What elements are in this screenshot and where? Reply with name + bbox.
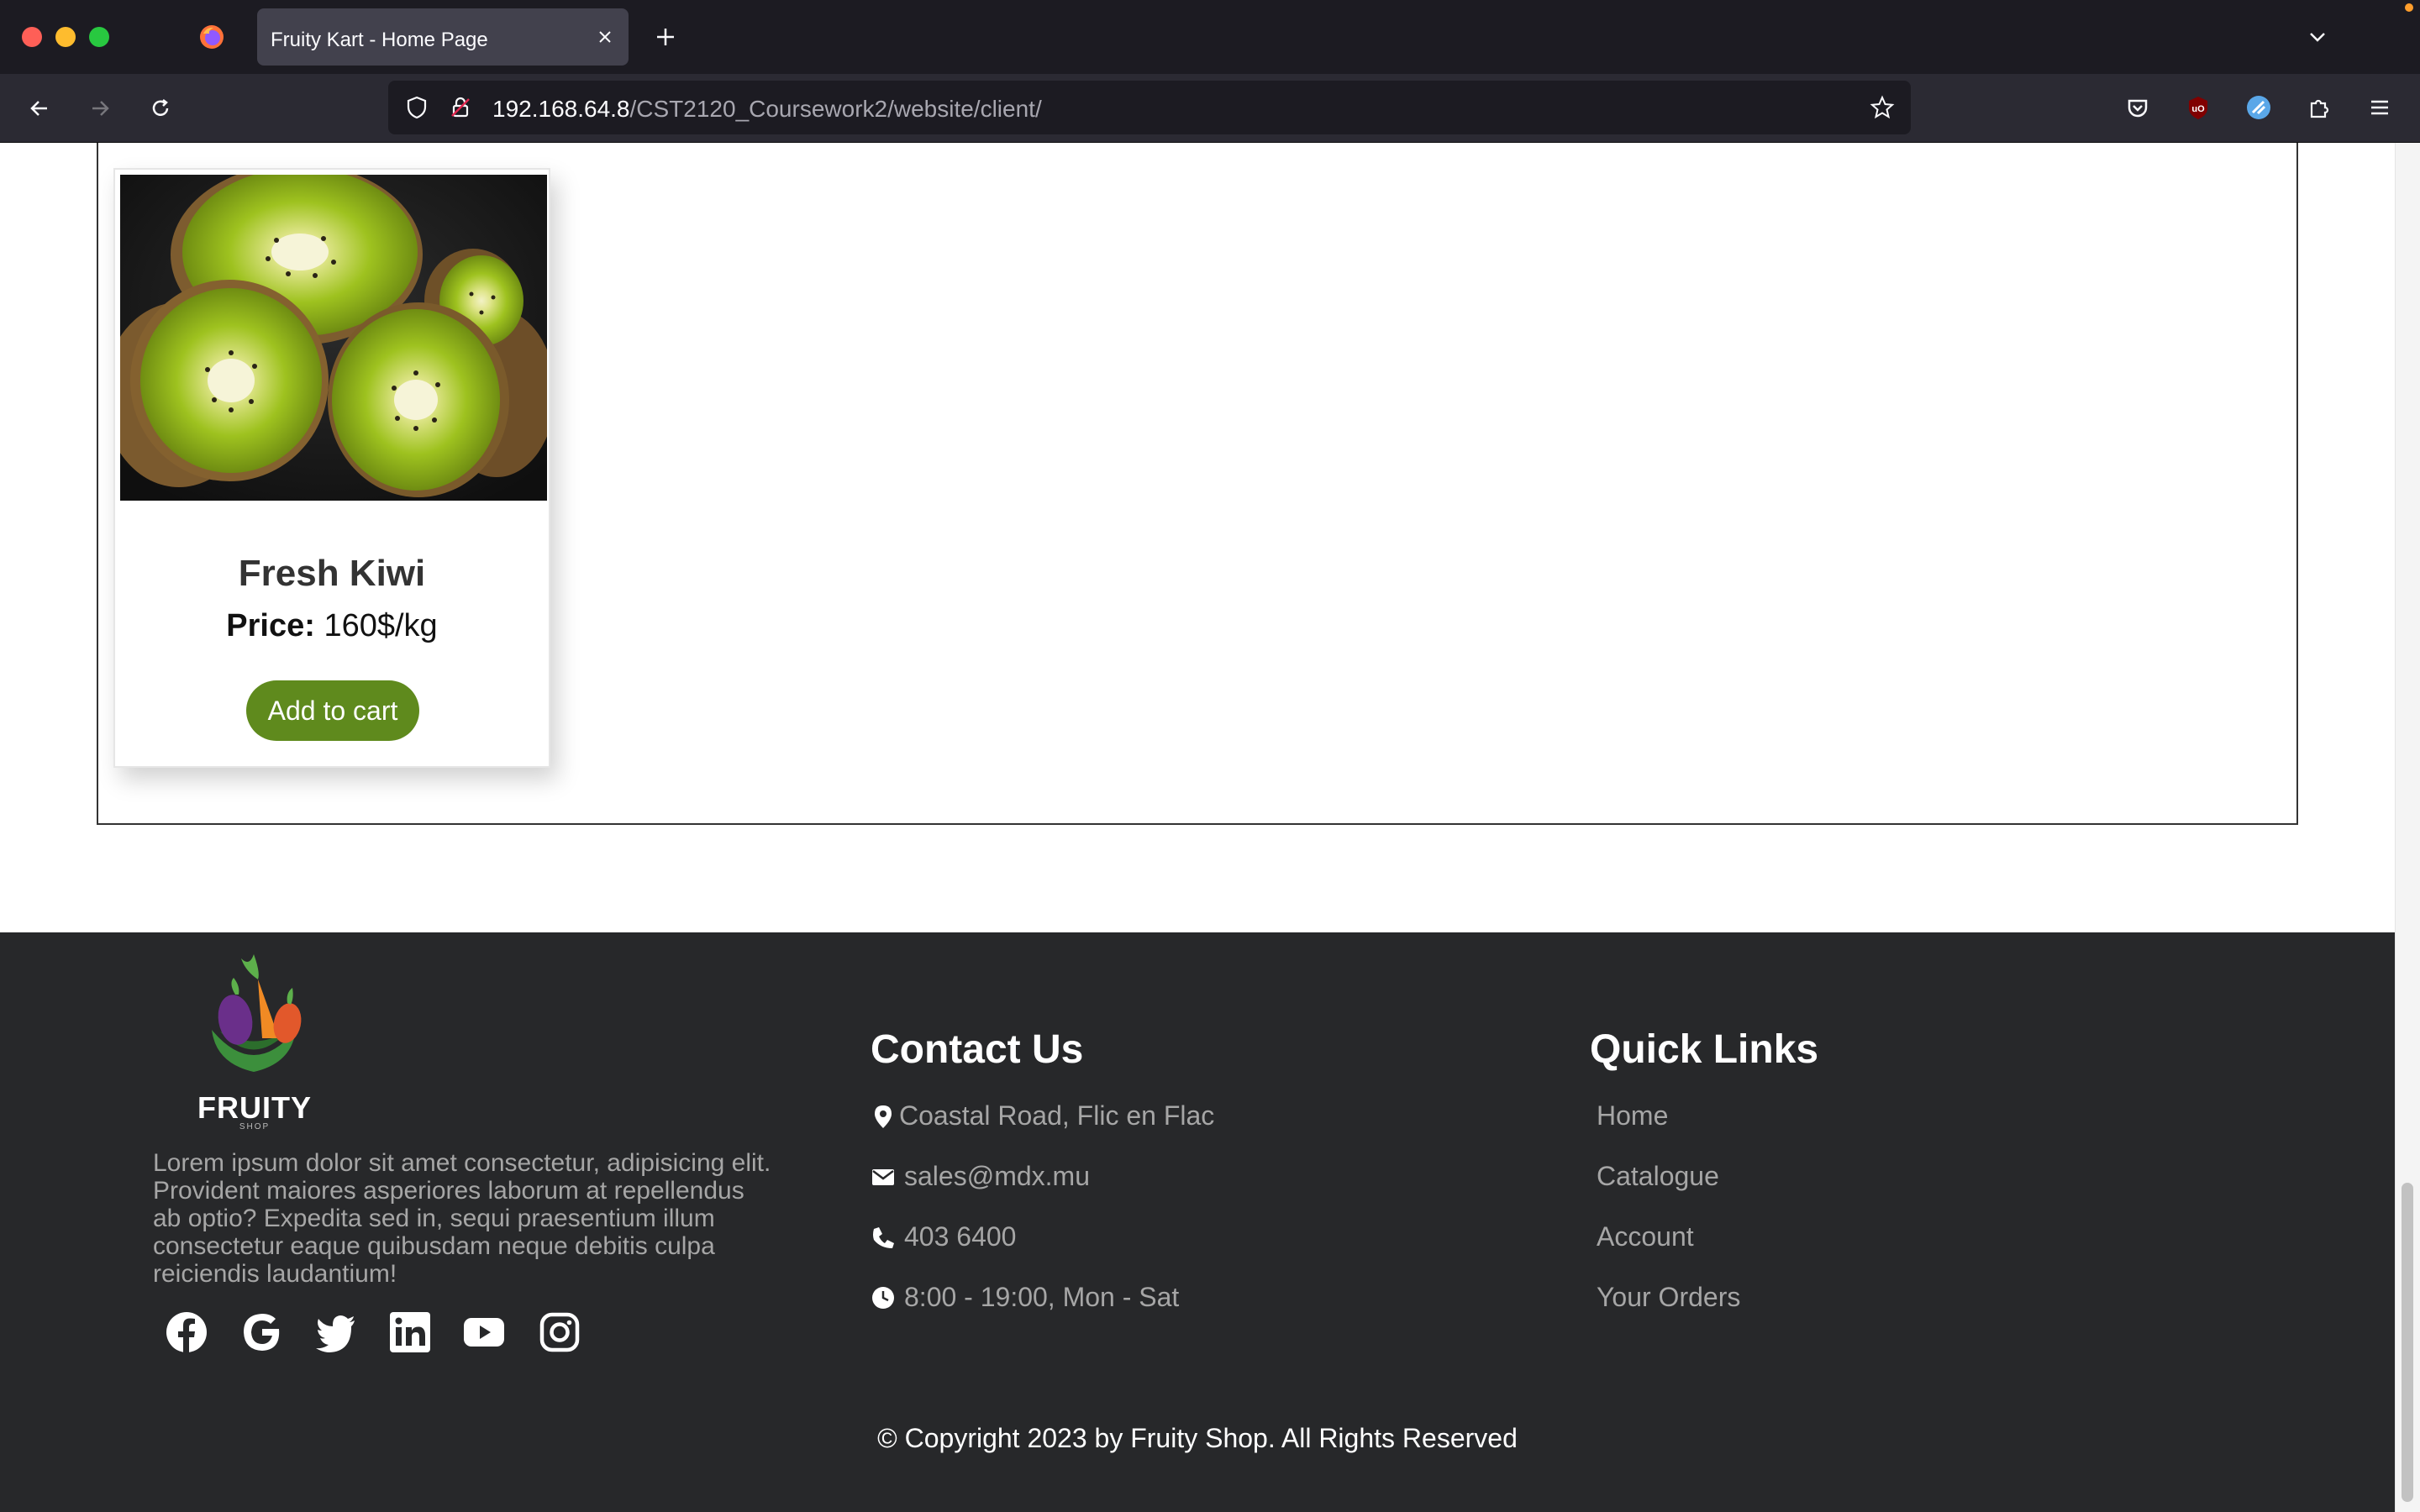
active-tab[interactable]: Fruity Kart - Home Page <box>257 8 629 66</box>
location-pin-icon <box>875 1105 892 1128</box>
footer-description: Lorem ipsum dolor sit amet consectetur, … <box>153 1149 771 1288</box>
price-label: Price: <box>226 608 315 643</box>
back-arrow-icon[interactable] <box>24 92 55 124</box>
tracking-protection-shield-icon[interactable] <box>403 94 430 121</box>
site-footer: FRUITY SHOP Lorem ipsum dolor sit amet c… <box>0 932 2395 1512</box>
instagram-icon[interactable] <box>538 1310 581 1354</box>
extensions-puzzle-icon[interactable] <box>2304 92 2334 123</box>
price-value: 160$/kg <box>314 608 438 643</box>
close-window-button[interactable] <box>22 27 42 47</box>
copyright-text: © Copyright 2023 by Fruity Shop. All Rig… <box>877 1423 1518 1453</box>
quick-link-catalogue[interactable]: Catalogue <box>1597 1161 1719 1192</box>
forward-arrow-icon[interactable] <box>84 92 116 124</box>
product-name: Fresh Kiwi <box>238 553 426 594</box>
tab-title: Fruity Kart - Home Page <box>271 29 488 51</box>
url-host: 192.168.64.8 <box>492 96 630 122</box>
chevron-down-icon[interactable] <box>2306 25 2329 49</box>
email-text[interactable]: sales@mdx.mu <box>904 1161 1090 1192</box>
kiwi-product-image <box>120 175 547 501</box>
hours-text: 8:00 - 19:00, Mon - Sat <box>904 1282 1180 1312</box>
svg-text:uO: uO <box>2191 104 2205 114</box>
insecure-lock-icon[interactable] <box>447 94 474 121</box>
minimize-window-button[interactable] <box>55 27 76 47</box>
clock-icon <box>872 1287 894 1309</box>
quick-link-account[interactable]: Account <box>1597 1221 1694 1252</box>
quick-links-title: Quick Links <box>1590 1027 1819 1072</box>
add-to-cart-button[interactable]: Add to cart <box>246 680 419 741</box>
notification-dot <box>2405 3 2413 12</box>
logo-wordmark: FRUITY <box>197 1090 312 1125</box>
product-price: Price: 160$/kg <box>115 608 549 644</box>
reload-icon[interactable] <box>145 92 176 124</box>
google-icon[interactable] <box>240 1310 284 1354</box>
browser-tab-bar: Fruity Kart - Home Page <box>0 0 2420 74</box>
address-text: Coastal Road, Flic en Flac <box>899 1100 1215 1131</box>
ublock-origin-icon[interactable]: uO <box>2183 92 2213 123</box>
product-card: Fresh Kiwi Price: 160$/kg Add to cart <box>113 168 550 768</box>
phone-text[interactable]: 403 6400 <box>904 1221 1016 1252</box>
logo-subtitle: SHOP <box>239 1122 271 1131</box>
close-tab-icon[interactable] <box>593 25 617 49</box>
menu-hamburger-icon[interactable] <box>2365 92 2395 123</box>
phone-icon <box>873 1227 894 1248</box>
bookmark-star-icon[interactable] <box>1869 94 1896 121</box>
pocket-icon[interactable] <box>2123 92 2153 123</box>
contact-title: Contact Us <box>871 1027 1084 1072</box>
facebook-icon[interactable] <box>165 1310 208 1354</box>
url-bar[interactable]: 192.168.64.8/CST2120_Coursework2/website… <box>388 81 1911 134</box>
envelope-icon <box>872 1169 894 1185</box>
twitter-icon[interactable] <box>314 1310 358 1354</box>
url-text[interactable]: 192.168.64.8/CST2120_Coursework2/website… <box>492 96 1042 123</box>
new-tab-icon[interactable] <box>652 24 679 50</box>
scrollbar-thumb[interactable] <box>2402 1183 2413 1502</box>
extension-blue-icon[interactable] <box>2244 92 2274 123</box>
youtube-icon[interactable] <box>462 1310 506 1354</box>
quick-link-home[interactable]: Home <box>1597 1100 1668 1131</box>
linkedin-icon[interactable] <box>388 1310 432 1354</box>
firefox-icon[interactable] <box>198 24 225 50</box>
quick-link-your-orders[interactable]: Your Orders <box>1597 1282 1740 1313</box>
maximize-window-button[interactable] <box>89 27 109 47</box>
url-path: /CST2120_Coursework2/website/client/ <box>629 96 1042 122</box>
fruity-shop-logo-icon <box>212 954 302 1072</box>
